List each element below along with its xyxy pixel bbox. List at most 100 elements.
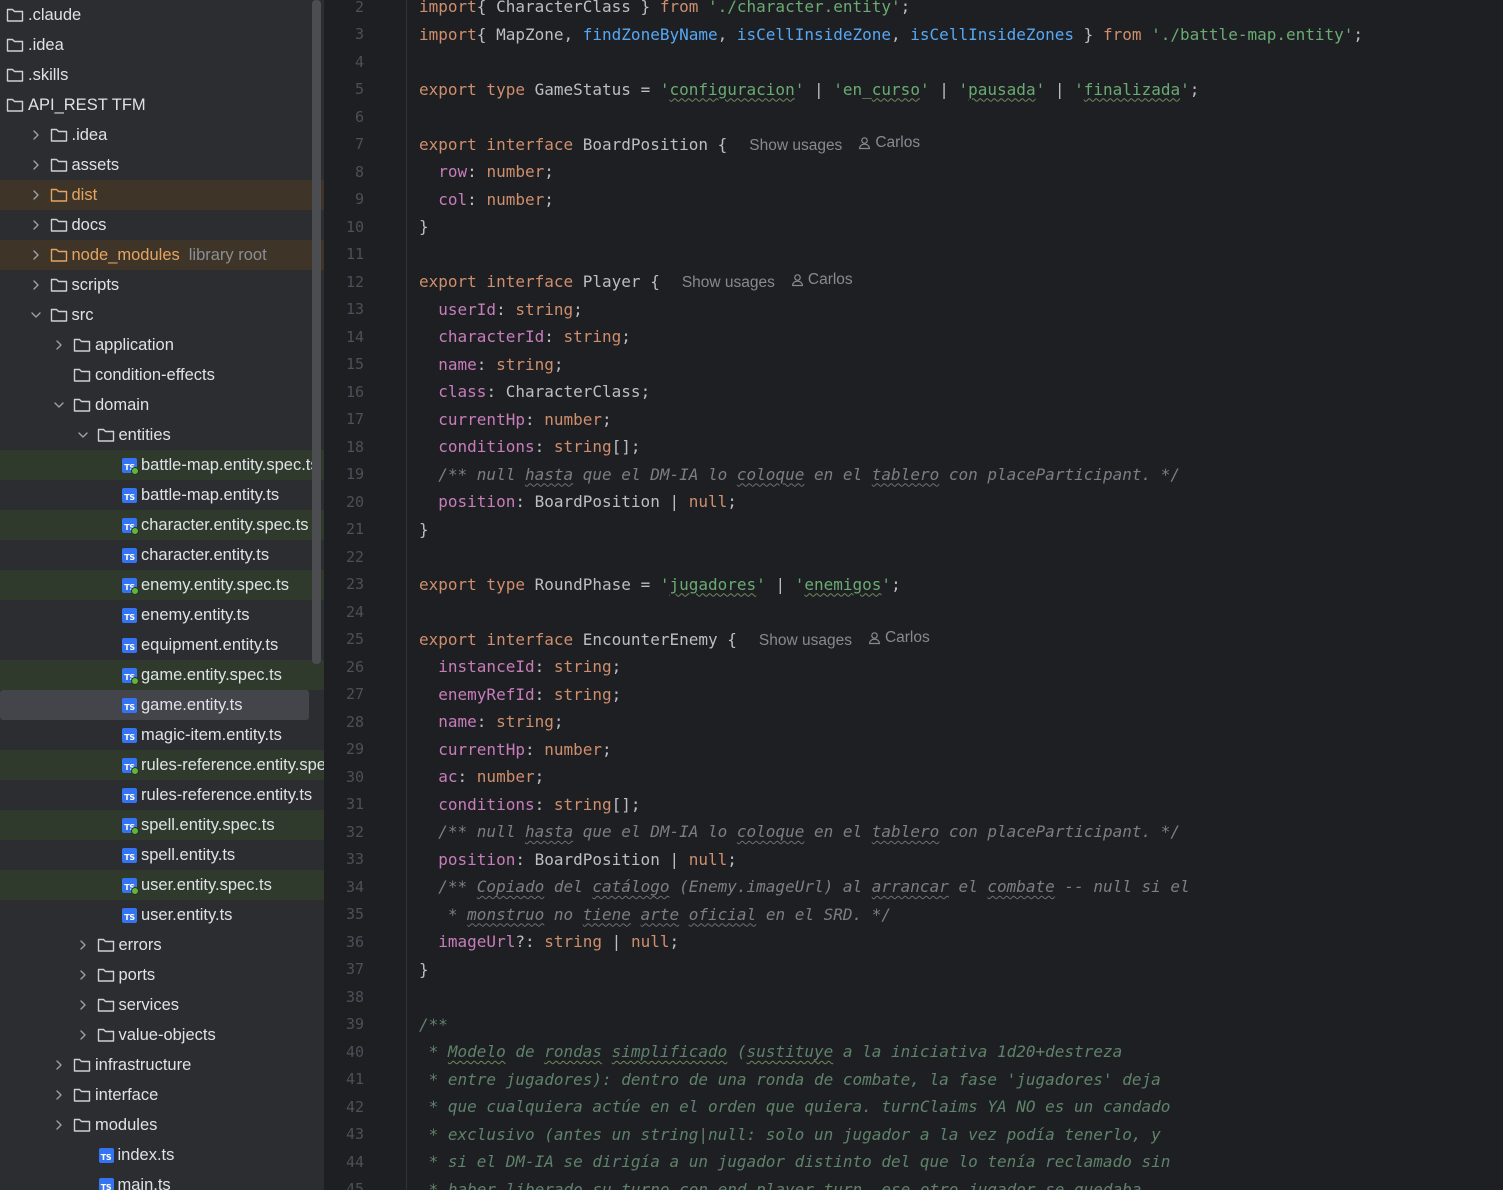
show-usages-link[interactable]: Show usages <box>682 274 775 291</box>
code-line[interactable]: 42 * que cualquiera actúe en el orden qu… <box>324 1093 1503 1120</box>
code-line[interactable]: 44 * si el DM-IA se dirigía a un jugador… <box>324 1148 1503 1175</box>
code-line[interactable]: 22 <box>324 543 1503 570</box>
code-line[interactable]: 24 <box>324 598 1503 625</box>
chevron-right-icon[interactable] <box>29 188 43 202</box>
code-line[interactable]: 12 export interface Player {Show usages Ca… <box>324 268 1503 295</box>
code-line[interactable]: 13 userId: string; <box>324 296 1503 323</box>
folder-item[interactable]: application <box>0 330 324 360</box>
file-item[interactable]: TS rules-reference.entity.spec <box>0 750 324 780</box>
author-hint[interactable]: Carlos <box>858 134 920 152</box>
folder-item[interactable]: modules <box>0 1110 324 1140</box>
code-line[interactable]: 45 * haber liberado su turno con end_pla… <box>324 1176 1503 1190</box>
code-line[interactable]: 8 row: number; <box>324 158 1503 185</box>
code-line[interactable]: 30 ac: number; <box>324 763 1503 790</box>
code-line[interactable]: 36 imageUrl?: string | null; <box>324 928 1503 955</box>
code-line[interactable]: 25 export interface EncounterEnemy {Show … <box>324 626 1503 653</box>
chevron-down-icon[interactable] <box>76 428 90 442</box>
file-item[interactable]: TS rules-reference.entity.ts <box>0 780 324 810</box>
folder-item[interactable]: .idea <box>0 120 324 150</box>
code-line[interactable]: 35 * monstruo no tiene arte oficial en e… <box>324 901 1503 928</box>
code-line[interactable]: 38 <box>324 983 1503 1010</box>
code-line[interactable]: 5 export type GameStatus = 'configuracion… <box>324 76 1503 103</box>
file-item[interactable]: TS spell.entity.ts <box>0 840 324 870</box>
file-item[interactable]: TS game.entity.ts <box>0 690 309 720</box>
chevron-right-icon[interactable] <box>29 278 43 292</box>
folder-item[interactable]: dist <box>0 180 324 210</box>
chevron-down-icon[interactable] <box>52 398 66 412</box>
folder-item[interactable]: value-objects <box>0 1020 324 1050</box>
code-line[interactable]: 37} <box>324 956 1503 983</box>
folder-item[interactable]: scripts <box>0 270 324 300</box>
file-item[interactable]: TS character.entity.ts <box>0 540 324 570</box>
show-usages-link[interactable]: Show usages <box>759 632 852 649</box>
file-item[interactable]: TS battle-map.entity.ts <box>0 480 324 510</box>
project-tree[interactable]: .claude .idea .skills API_REST TFM .idea asse… <box>0 0 324 1190</box>
file-item[interactable]: TS enemy.entity.ts <box>0 600 324 630</box>
file-item[interactable]: TS battle-map.entity.spec.ts <box>0 450 324 480</box>
file-item[interactable]: TS user.entity.ts <box>0 900 324 930</box>
code-line[interactable]: 29 currentHp: number; <box>324 736 1503 763</box>
code-line[interactable]: 33 position: BoardPosition | null; <box>324 846 1503 873</box>
project-tree-scrollbar[interactable] <box>312 0 321 664</box>
folder-item[interactable]: condition-effects <box>0 360 324 390</box>
code-line[interactable]: 27 enemyRefId: string; <box>324 681 1503 708</box>
code-line[interactable]: 7 export interface BoardPosition {Show us… <box>324 131 1503 158</box>
file-item[interactable]: TS spell.entity.spec.ts <box>0 810 324 840</box>
folder-item[interactable]: domain <box>0 390 324 420</box>
file-item[interactable]: TS character.entity.spec.ts <box>0 510 324 540</box>
folder-item[interactable]: assets <box>0 150 324 180</box>
code-vision-hint[interactable]: Show usages Carlos <box>682 271 853 291</box>
folder-item[interactable]: infrastructure <box>0 1050 324 1080</box>
code-line[interactable]: 28 name: string; <box>324 708 1503 735</box>
folder-item[interactable]: errors <box>0 930 324 960</box>
code-line[interactable]: 3 import{ MapZone, findZoneByName, isCell… <box>324 21 1503 48</box>
code-line[interactable]: 21} <box>324 516 1503 543</box>
folder-item[interactable]: docs <box>0 210 324 240</box>
chevron-right-icon[interactable] <box>29 158 43 172</box>
code-vision-hint[interactable]: Show usages Carlos <box>759 629 930 649</box>
chevron-right-icon[interactable] <box>52 1058 66 1072</box>
code-line[interactable]: 31 conditions: string[]; <box>324 791 1503 818</box>
code-line[interactable]: 4 <box>324 48 1503 75</box>
file-item[interactable]: TS enemy.entity.spec.ts <box>0 570 324 600</box>
chevron-right-icon[interactable] <box>29 218 43 232</box>
file-item[interactable]: TS equipment.entity.ts <box>0 630 324 660</box>
chevron-right-icon[interactable] <box>52 1118 66 1132</box>
code-line[interactable]: 6 <box>324 103 1503 130</box>
folder-item[interactable]: API_REST TFM <box>0 90 324 120</box>
folder-item[interactable]: services <box>0 990 324 1020</box>
folder-item[interactable]: node_modules library root <box>0 240 324 270</box>
show-usages-link[interactable]: Show usages <box>749 137 842 154</box>
file-item[interactable]: TS user.entity.spec.ts <box>0 870 324 900</box>
file-item[interactable]: TS magic-item.entity.ts <box>0 720 324 750</box>
code-line[interactable]: 39 /** <box>324 1011 1503 1038</box>
code-line[interactable]: 9 col: number; <box>324 186 1503 213</box>
chevron-right-icon[interactable] <box>29 128 43 142</box>
code-line[interactable]: 2 import{ CharacterClass } from './charac… <box>324 0 1503 20</box>
code-line[interactable]: 41 * entre jugadores): dentro de una ron… <box>324 1066 1503 1093</box>
folder-item[interactable]: .skills <box>0 60 324 90</box>
code-line[interactable]: 15 name: string; <box>324 351 1503 378</box>
chevron-right-icon[interactable] <box>52 1088 66 1102</box>
code-line[interactable]: 10} <box>324 213 1503 240</box>
file-item[interactable]: TS main.ts <box>0 1170 324 1190</box>
chevron-right-icon[interactable] <box>52 338 66 352</box>
file-item[interactable]: TS index.ts <box>0 1140 324 1170</box>
folder-item[interactable]: interface <box>0 1080 324 1110</box>
code-line[interactable]: 40 * Modelo de rondas simplificado (sust… <box>324 1038 1503 1065</box>
folder-item[interactable]: ports <box>0 960 324 990</box>
code-vision-hint[interactable]: Show usages Carlos <box>749 134 920 154</box>
code-line[interactable]: 18 conditions: string[]; <box>324 433 1503 460</box>
code-line[interactable]: 34 /** Copiado del catálogo (Enemy.image… <box>324 873 1503 900</box>
chevron-right-icon[interactable] <box>76 1028 90 1042</box>
chevron-right-icon[interactable] <box>76 998 90 1012</box>
folder-item[interactable]: .idea <box>0 30 324 60</box>
author-hint[interactable]: Carlos <box>791 271 853 289</box>
code-line[interactable]: 14 characterId: string; <box>324 323 1503 350</box>
chevron-right-icon[interactable] <box>29 248 43 262</box>
code-line[interactable]: 20 position: BoardPosition | null; <box>324 488 1503 515</box>
code-line[interactable]: 26 instanceId: string; <box>324 653 1503 680</box>
author-hint[interactable]: Carlos <box>868 629 930 647</box>
code-line[interactable]: 23 export type RoundPhase = 'jugadores' |… <box>324 571 1503 598</box>
chevron-right-icon[interactable] <box>76 968 90 982</box>
